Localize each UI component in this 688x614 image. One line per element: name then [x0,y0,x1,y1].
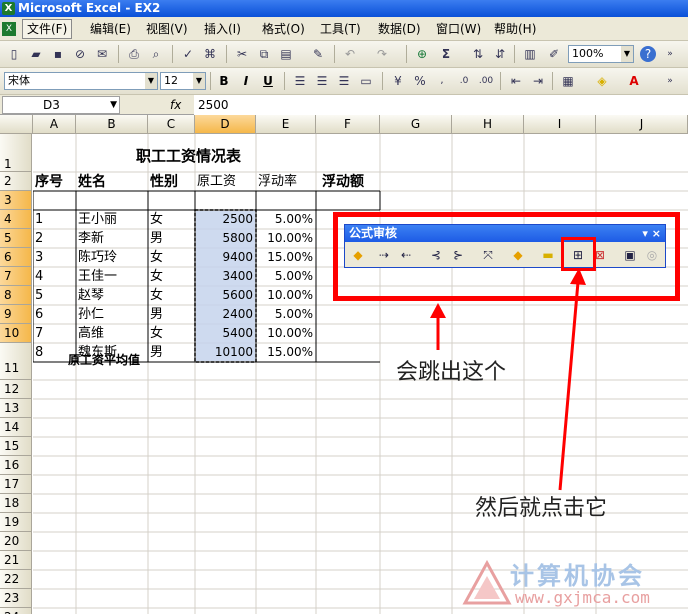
watermark-url: www.gxjmca.com [515,588,650,607]
watermark-text: 计算机协会 [510,562,645,590]
watermark-logo [462,560,512,605]
annotation-popup-text: 会跳出这个 [396,360,507,385]
annotation-click-text: 然后就点击它 [475,496,608,521]
